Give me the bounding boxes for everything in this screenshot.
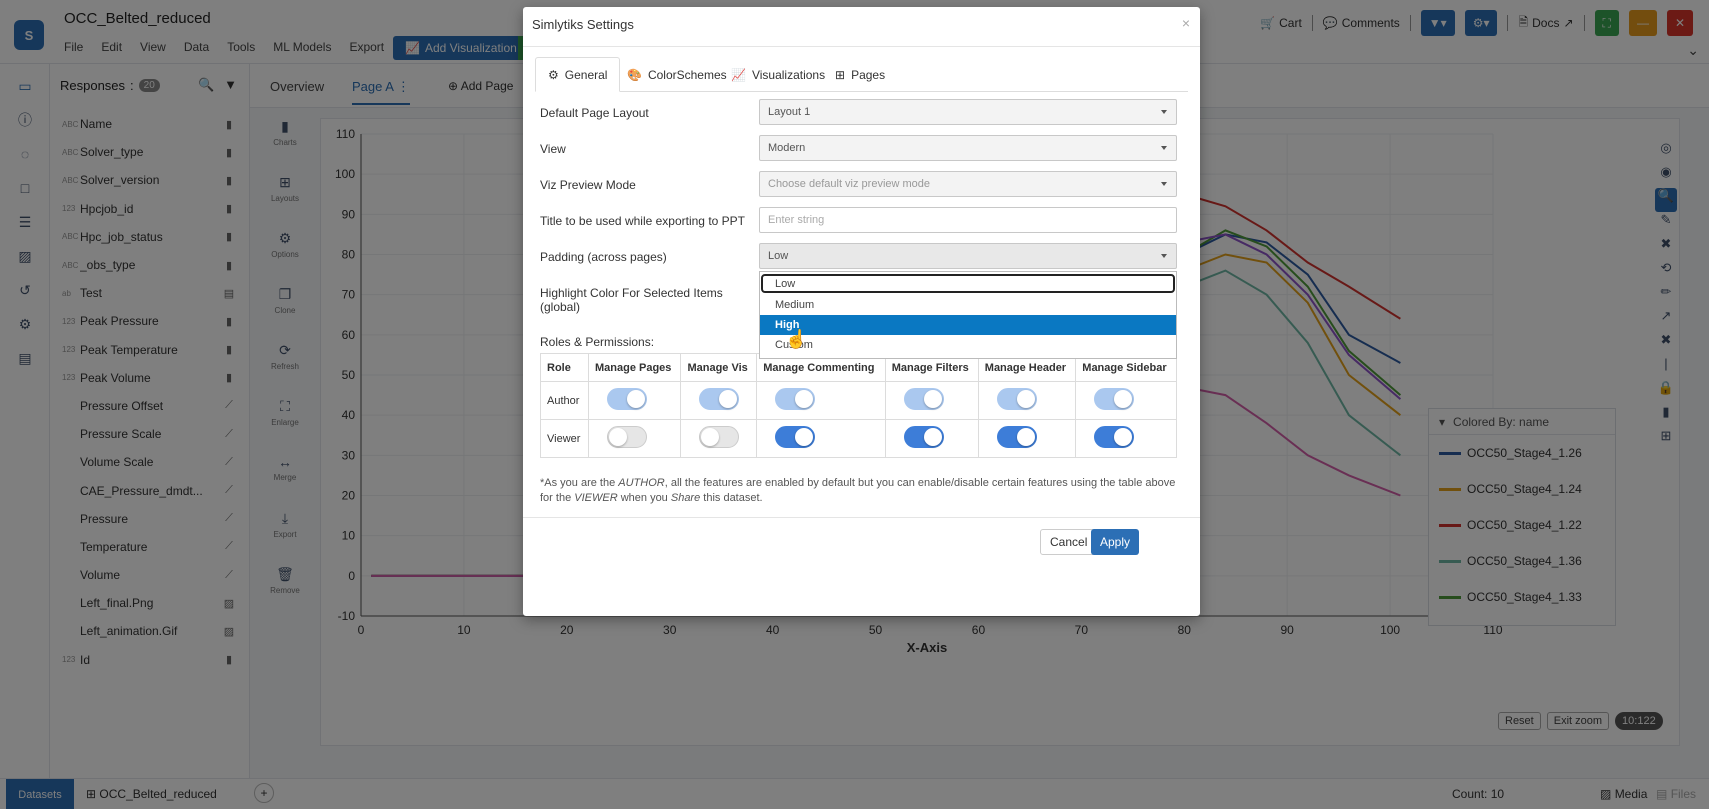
permission-cell	[977, 381, 1077, 420]
permission-toggle[interactable]	[699, 388, 740, 410]
toggle-knob	[609, 428, 627, 446]
toggle-knob	[795, 390, 814, 408]
modal-title: Simlytiks Settings	[532, 17, 634, 32]
caret-down-icon	[1161, 182, 1167, 186]
palette-icon: 🎨	[627, 67, 642, 82]
permission-cell	[1075, 381, 1177, 420]
caret-down-icon	[1161, 254, 1167, 258]
roles-table: Role Manage Pages Manage Vis Manage Comment…	[540, 353, 1177, 458]
view-select[interactable]: Modern	[759, 135, 1177, 161]
gear-icon: ⚙	[548, 67, 559, 82]
permission-cell	[587, 419, 682, 458]
caret-down-icon	[1161, 110, 1167, 114]
settings-modal: Simlytiks Settings × ⚙ General 🎨 ColorSche…	[523, 7, 1200, 616]
toggle-knob	[795, 428, 814, 446]
permission-toggle[interactable]	[903, 388, 944, 410]
note-author: AUTHOR	[618, 477, 665, 489]
modal-footer-divider	[523, 517, 1200, 518]
hand-cursor-icon: ☝	[785, 329, 808, 349]
roles-column-header: Manage Pages	[587, 353, 682, 382]
toggle-knob	[701, 428, 720, 446]
view-label: View	[540, 142, 566, 156]
permission-toggle[interactable]	[1094, 426, 1135, 448]
note-viewer: VIEWER	[574, 492, 618, 504]
permission-cell	[977, 419, 1077, 458]
modal-tabs: ⚙ General 🎨 ColorSchemes 📈 Visualizations ⊞…	[535, 57, 1188, 92]
roles-label: Roles & Permissions:	[540, 335, 655, 349]
highlight-color-label: Highlight Color For Selected Items (glob…	[540, 286, 723, 314]
close-icon[interactable]: ×	[1182, 15, 1190, 31]
table-icon: ⊞	[835, 67, 846, 82]
toggle-knob	[719, 390, 738, 408]
tab-general[interactable]: ⚙ General	[535, 57, 621, 92]
roles-body: Author Viewer	[540, 381, 1177, 458]
tab-pages[interactable]: ⊞ Pages	[823, 57, 897, 92]
permission-toggle[interactable]	[903, 426, 944, 448]
toggle-knob	[1114, 390, 1133, 408]
note-prefix: *As you are the	[540, 477, 619, 489]
padding-option-low[interactable]: Low	[761, 274, 1175, 293]
role-name: Author	[540, 381, 589, 420]
modal-header: Simlytiks Settings ×	[523, 7, 1200, 47]
cancel-button[interactable]: Cancel	[1040, 529, 1098, 555]
table-row: Author	[540, 381, 1177, 420]
roles-column-header: Manage Vis	[680, 353, 758, 382]
toggle-knob	[923, 390, 942, 408]
permission-cell	[680, 419, 758, 458]
preview-mode-label: Viz Preview Mode	[540, 178, 636, 192]
padding-option-high[interactable]: High	[760, 315, 1176, 335]
permission-cell	[756, 381, 886, 420]
note-mid2: when you	[617, 492, 671, 504]
layout-select-value: Layout 1	[768, 106, 811, 118]
permissions-note: *As you are the AUTHOR, all the features…	[540, 476, 1180, 506]
caret-down-icon	[1161, 146, 1167, 150]
tab-pages-label: Pages	[851, 67, 886, 82]
note-suffix: this dataset.	[700, 492, 763, 504]
ppt-title-placeholder: Enter string	[768, 214, 825, 226]
padding-label: Padding (across pages)	[540, 250, 667, 264]
permission-cell	[680, 381, 758, 420]
toggle-knob	[1016, 390, 1035, 408]
permission-toggle[interactable]	[775, 426, 816, 448]
tab-general-label: General	[564, 67, 608, 82]
permission-toggle[interactable]	[775, 388, 816, 410]
permission-cell	[884, 381, 979, 420]
permission-toggle[interactable]	[607, 426, 647, 448]
toggle-knob	[923, 428, 942, 446]
permission-cell	[756, 419, 886, 458]
padding-select-value: Low	[768, 250, 789, 262]
tab-visualizations[interactable]: 📈 Visualizations	[719, 57, 837, 92]
permission-cell	[1075, 419, 1177, 458]
toggle-knob	[627, 390, 645, 408]
ppt-title-label: Title to be used while exporting to PPT	[540, 214, 745, 228]
permission-toggle[interactable]	[996, 426, 1037, 448]
padding-option-custom[interactable]: Custom	[760, 335, 1176, 355]
layout-label: Default Page Layout	[540, 106, 649, 120]
role-name: Viewer	[540, 419, 589, 458]
padding-select[interactable]: Low	[759, 243, 1177, 269]
permission-toggle[interactable]	[1094, 388, 1135, 410]
permission-cell	[587, 381, 682, 420]
roles-column-header: Role	[540, 353, 589, 382]
toggle-knob	[1114, 428, 1133, 446]
padding-dropdown: Low Medium High Custom	[759, 271, 1177, 359]
tab-colorschemes-label: ColorSchemes	[647, 67, 727, 82]
table-row: Viewer	[540, 419, 1177, 458]
note-share: Share	[670, 492, 701, 504]
permission-toggle[interactable]	[996, 388, 1037, 410]
preview-mode-placeholder: Choose default viz preview mode	[768, 178, 931, 190]
apply-button[interactable]: Apply	[1091, 529, 1140, 555]
ppt-title-input[interactable]: Enter string	[759, 207, 1177, 233]
toggle-knob	[1016, 428, 1035, 446]
tab-visualizations-label: Visualizations	[751, 67, 826, 82]
permission-toggle[interactable]	[607, 388, 647, 410]
view-select-value: Modern	[768, 142, 806, 154]
padding-option-medium[interactable]: Medium	[760, 295, 1176, 315]
preview-mode-select[interactable]: Choose default viz preview mode	[759, 171, 1177, 197]
permission-cell	[884, 419, 979, 458]
layout-select[interactable]: Layout 1	[759, 99, 1177, 125]
permission-toggle[interactable]	[699, 426, 740, 448]
line-chart-icon: 📈	[731, 67, 746, 82]
